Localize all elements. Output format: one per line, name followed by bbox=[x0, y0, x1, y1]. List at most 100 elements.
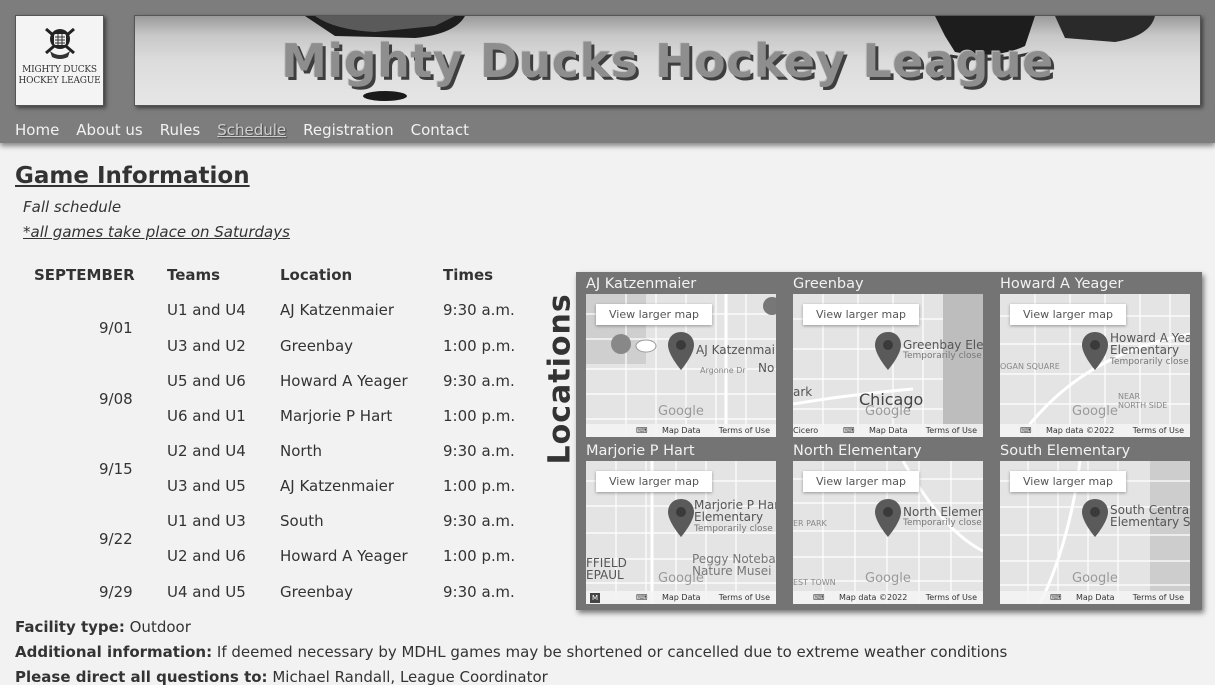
keyboard-icon[interactable]: ⌨ bbox=[813, 593, 825, 602]
main-nav: Home About us Rules Schedule Registratio… bbox=[15, 121, 469, 139]
map-place-label: North Elemen bbox=[903, 505, 983, 519]
date-cell: 9/29 bbox=[99, 583, 133, 601]
date-cell: 9/22 bbox=[99, 530, 133, 548]
league-logo[interactable]: Mighty Ducks Hockey League bbox=[15, 15, 104, 106]
nav-registration[interactable]: Registration bbox=[303, 121, 393, 139]
nav-contact[interactable]: Contact bbox=[411, 121, 469, 139]
map-embed-south-elementary[interactable]: View larger map South Central Elementary… bbox=[1000, 461, 1190, 604]
terms-link[interactable]: Terms of Use bbox=[1133, 593, 1184, 602]
duck-mascot-icon bbox=[44, 27, 75, 59]
map-embed-north-elementary[interactable]: View larger map North Elemen Temporarily… bbox=[793, 461, 983, 604]
view-larger-map-link[interactable]: View larger map bbox=[803, 471, 919, 492]
map-embed-howard-a-yeager[interactable]: View larger map Howard A Yea Elementary … bbox=[1000, 294, 1190, 437]
location-cell: Howard A Yeager bbox=[280, 372, 408, 390]
map-pin-icon bbox=[668, 499, 694, 537]
terms-link[interactable]: Terms of Use bbox=[926, 593, 977, 602]
map-data-link[interactable]: Map Data bbox=[662, 426, 701, 435]
map-embed-aj-katzenmaier[interactable]: View larger map AJ Katzenmai Argonne Dr … bbox=[586, 294, 776, 437]
m-badge-icon: M bbox=[590, 593, 600, 603]
terms-link[interactable]: Terms of Use bbox=[926, 426, 977, 435]
map-title: Howard A Yeager bbox=[1000, 276, 1124, 292]
date-cell: 9/08 bbox=[99, 390, 133, 408]
date-cell: 9/01 bbox=[99, 319, 133, 337]
col-header-month: SEPTEMBER bbox=[34, 266, 135, 284]
map-embed-greenbay[interactable]: View larger map Greenbay Elen Temporaril… bbox=[793, 294, 983, 437]
teams-cell: U4 and U5 bbox=[167, 583, 246, 601]
time-cell: 1:00 p.m. bbox=[443, 407, 516, 425]
keyboard-icon[interactable]: ⌨ bbox=[636, 593, 648, 602]
map-title: North Elementary bbox=[793, 443, 922, 459]
place-label: Peggy Noteba Nature Musei bbox=[692, 552, 776, 578]
google-logo: Google bbox=[1072, 404, 1118, 419]
location-cell: AJ Katzenmaier bbox=[280, 301, 395, 319]
nav-about-us[interactable]: About us bbox=[76, 121, 142, 139]
contact-info: Please direct all questions to: Michael … bbox=[15, 668, 548, 685]
map-embed-marjorie-p-hart[interactable]: View larger map Marjorie P Har Elementar… bbox=[586, 461, 776, 604]
area-label: FFIELD EPAUL bbox=[586, 556, 627, 582]
map-pin-icon bbox=[668, 332, 694, 370]
street-label: Argonne Dr bbox=[700, 366, 746, 375]
teams-cell: U3 and U2 bbox=[167, 337, 246, 355]
locations-heading: Locations bbox=[542, 293, 578, 465]
view-larger-map-link[interactable]: View larger map bbox=[1010, 304, 1126, 325]
keyboard-icon[interactable]: ⌨ bbox=[1050, 593, 1062, 602]
saturday-note: *all games take place on Saturdays bbox=[23, 223, 290, 241]
map-data-link[interactable]: Map Data bbox=[662, 593, 701, 602]
map-title: Greenbay bbox=[793, 276, 864, 292]
map-title: AJ Katzenmaier bbox=[586, 276, 697, 292]
area-label: ark bbox=[793, 385, 813, 399]
teams-cell: U5 and U6 bbox=[167, 372, 246, 390]
nav-schedule[interactable]: Schedule bbox=[217, 121, 286, 139]
time-cell: 1:00 p.m. bbox=[443, 477, 516, 495]
teams-cell: U3 and U5 bbox=[167, 477, 246, 495]
map-data-link[interactable]: Map data ©2022 bbox=[1046, 426, 1114, 435]
google-logo: Google bbox=[865, 571, 911, 586]
location-cell: Howard A Yeager bbox=[280, 547, 408, 565]
terms-link[interactable]: Terms of Use bbox=[1133, 426, 1184, 435]
keyboard-icon[interactable]: ⌨ bbox=[1020, 426, 1032, 435]
map-data-link[interactable]: Map Data bbox=[869, 426, 908, 435]
teams-cell: U1 and U4 bbox=[167, 301, 246, 319]
view-larger-map-link[interactable]: View larger map bbox=[596, 304, 712, 325]
area-label: NEAR NORTH SIDE bbox=[1118, 392, 1168, 410]
teams-cell: U1 and U3 bbox=[167, 512, 246, 530]
google-logo: Google bbox=[658, 404, 704, 419]
map-data-link[interactable]: Map data ©2022 bbox=[839, 593, 907, 602]
google-logo: Google bbox=[658, 571, 704, 586]
map-title: South Elementary bbox=[1000, 443, 1131, 459]
logo-text: Mighty Ducks Hockey League bbox=[18, 65, 101, 86]
time-cell: 9:30 a.m. bbox=[443, 512, 515, 530]
facility-value: Outdoor bbox=[129, 618, 191, 636]
keyboard-icon[interactable]: ⌨ bbox=[636, 426, 648, 435]
area-label: Cicero bbox=[793, 426, 819, 435]
nav-rules[interactable]: Rules bbox=[160, 121, 200, 139]
map-data-link[interactable]: Map Data bbox=[1076, 593, 1115, 602]
location-cell: Marjorie P Hart bbox=[280, 407, 393, 425]
terms-link[interactable]: Terms of Use bbox=[719, 426, 770, 435]
col-header-times: Times bbox=[443, 266, 494, 284]
map-pin-icon bbox=[875, 332, 901, 370]
teams-cell: U2 and U6 bbox=[167, 547, 246, 565]
map-place-status: Temporarily close bbox=[1110, 357, 1189, 367]
map-pin-icon bbox=[1082, 499, 1108, 537]
questions-label: Please direct all questions to: bbox=[15, 668, 268, 685]
map-place-status: Temporarily close bbox=[694, 524, 773, 534]
time-cell: 1:00 p.m. bbox=[443, 337, 516, 355]
map-place-label: AJ Katzenmai bbox=[696, 343, 775, 357]
facility-info: Facility type: Outdoor bbox=[15, 618, 191, 636]
terms-link[interactable]: Terms of Use bbox=[719, 593, 770, 602]
map-place-status: Temporarily close bbox=[903, 518, 982, 528]
schedule-subtitle: Fall schedule bbox=[23, 198, 122, 216]
site-title: Mighty Ducks Hockey League bbox=[281, 34, 1054, 88]
view-larger-map-link[interactable]: View larger map bbox=[803, 304, 919, 325]
view-larger-map-link[interactable]: View larger map bbox=[1010, 471, 1126, 492]
locations-panel: AJ Katzenmaier Greenbay Howard A Yeager … bbox=[576, 272, 1202, 610]
map-title: Marjorie P Hart bbox=[586, 443, 695, 459]
view-larger-map-link[interactable]: View larger map bbox=[596, 471, 712, 492]
map-place-status: Temporarily close bbox=[903, 351, 982, 361]
col-header-teams: Teams bbox=[167, 266, 221, 284]
map-place-label: Marjorie P Har Elementary bbox=[694, 498, 776, 524]
keyboard-icon[interactable]: ⌨ bbox=[843, 426, 855, 435]
facility-label: Facility type: bbox=[15, 618, 125, 636]
nav-home[interactable]: Home bbox=[15, 121, 59, 139]
